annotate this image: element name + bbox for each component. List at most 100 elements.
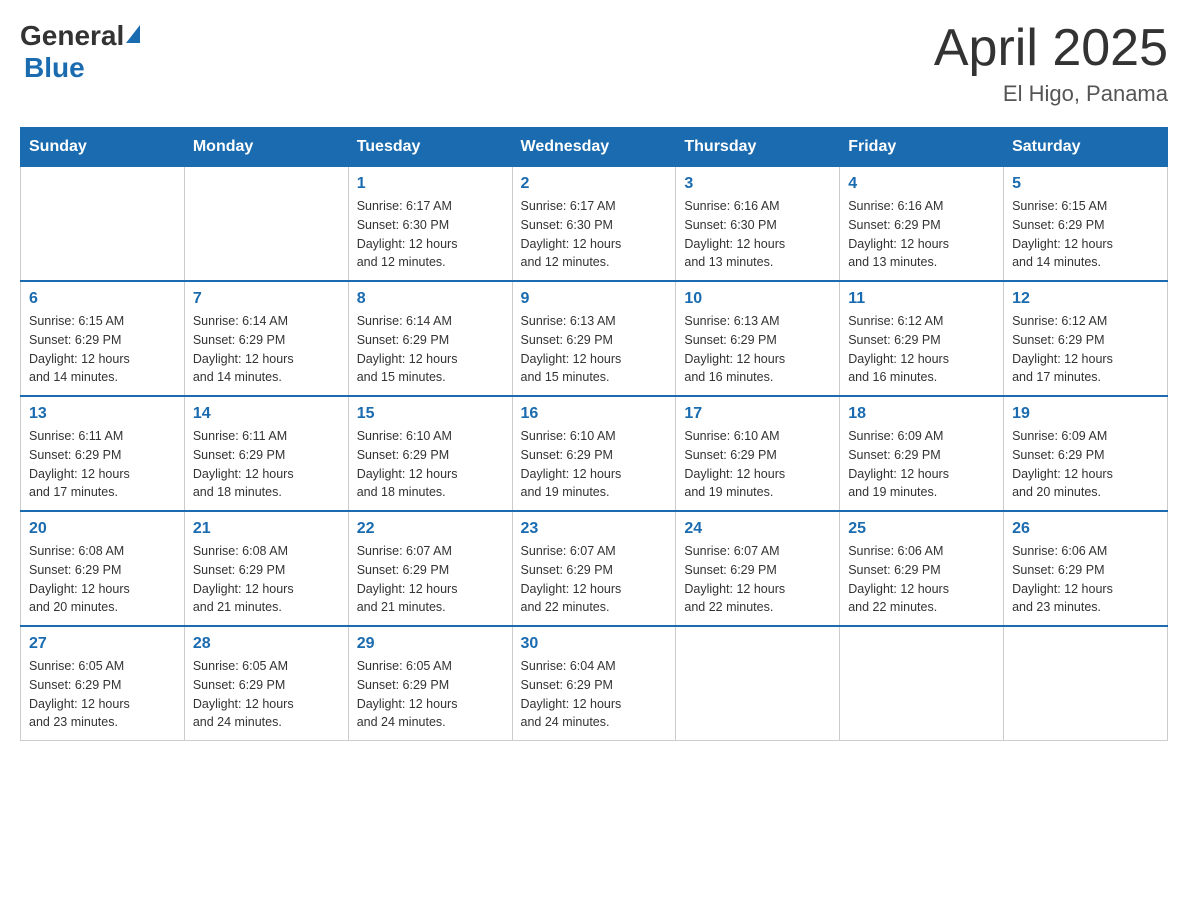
calendar-cell: 8 Sunrise: 6:14 AM Sunset: 6:29 PM Daylig… <box>348 281 512 396</box>
calendar-cell: 29 Sunrise: 6:05 AM Sunset: 6:29 PM Dayli… <box>348 626 512 741</box>
day-number: 5 <box>1012 175 1159 193</box>
day-number: 20 <box>29 520 176 538</box>
day-number: 4 <box>848 175 995 193</box>
day-info: Sunrise: 6:12 AM Sunset: 6:29 PM Dayligh… <box>1012 312 1159 387</box>
day-number: 12 <box>1012 290 1159 308</box>
day-info: Sunrise: 6:06 AM Sunset: 6:29 PM Dayligh… <box>1012 542 1159 617</box>
day-info: Sunrise: 6:07 AM Sunset: 6:29 PM Dayligh… <box>521 542 668 617</box>
day-info: Sunrise: 6:10 AM Sunset: 6:29 PM Dayligh… <box>521 427 668 502</box>
day-number: 23 <box>521 520 668 538</box>
day-info: Sunrise: 6:14 AM Sunset: 6:29 PM Dayligh… <box>193 312 340 387</box>
day-number: 21 <box>193 520 340 538</box>
header-saturday: Saturday <box>1004 128 1168 167</box>
day-number: 24 <box>684 520 831 538</box>
calendar-cell <box>676 626 840 741</box>
day-info: Sunrise: 6:09 AM Sunset: 6:29 PM Dayligh… <box>1012 427 1159 502</box>
day-info: Sunrise: 6:15 AM Sunset: 6:29 PM Dayligh… <box>29 312 176 387</box>
day-number: 14 <box>193 405 340 423</box>
calendar-cell: 20 Sunrise: 6:08 AM Sunset: 6:29 PM Dayli… <box>21 511 185 626</box>
calendar-cell: 16 Sunrise: 6:10 AM Sunset: 6:29 PM Dayli… <box>512 396 676 511</box>
calendar-table: SundayMondayTuesdayWednesdayThursdayFrid… <box>20 127 1168 741</box>
calendar-cell: 13Sunrise: 6:11 AM Sunset: 6:29 PM Dayli… <box>21 396 185 511</box>
calendar-cell: 3 Sunrise: 6:16 AM Sunset: 6:30 PM Daylig… <box>676 167 840 282</box>
calendar-subtitle: El Higo, Panama <box>934 81 1168 107</box>
day-info: Sunrise: 6:05 AM Sunset: 6:29 PM Dayligh… <box>29 657 176 732</box>
day-info: Sunrise: 6:13 AM Sunset: 6:29 PM Dayligh… <box>684 312 831 387</box>
calendar-cell: 1Sunrise: 6:17 AM Sunset: 6:30 PM Daylig… <box>348 167 512 282</box>
calendar-week-row: 20 Sunrise: 6:08 AM Sunset: 6:29 PM Dayli… <box>21 511 1168 626</box>
day-number: 17 <box>684 405 831 423</box>
day-info: Sunrise: 6:10 AM Sunset: 6:29 PM Dayligh… <box>357 427 504 502</box>
day-number: 3 <box>684 175 831 193</box>
calendar-cell: 23 Sunrise: 6:07 AM Sunset: 6:29 PM Dayli… <box>512 511 676 626</box>
calendar-cell: 7Sunrise: 6:14 AM Sunset: 6:29 PM Daylig… <box>184 281 348 396</box>
day-number: 26 <box>1012 520 1159 538</box>
header-monday: Monday <box>184 128 348 167</box>
logo-arrow-icon <box>126 25 140 43</box>
day-number: 13 <box>29 405 176 423</box>
calendar-week-row: 6 Sunrise: 6:15 AM Sunset: 6:29 PM Daylig… <box>21 281 1168 396</box>
day-info: Sunrise: 6:17 AM Sunset: 6:30 PM Dayligh… <box>357 197 504 272</box>
calendar-cell: 24 Sunrise: 6:07 AM Sunset: 6:29 PM Dayli… <box>676 511 840 626</box>
day-info: Sunrise: 6:05 AM Sunset: 6:29 PM Dayligh… <box>193 657 340 732</box>
calendar-cell <box>21 167 185 282</box>
day-info: Sunrise: 6:16 AM Sunset: 6:30 PM Dayligh… <box>684 197 831 272</box>
calendar-title: April 2025 <box>934 20 1168 77</box>
calendar-cell: 17 Sunrise: 6:10 AM Sunset: 6:29 PM Dayli… <box>676 396 840 511</box>
calendar-cell: 10 Sunrise: 6:13 AM Sunset: 6:29 PM Dayli… <box>676 281 840 396</box>
calendar-cell: 12 Sunrise: 6:12 AM Sunset: 6:29 PM Dayli… <box>1004 281 1168 396</box>
header-tuesday: Tuesday <box>348 128 512 167</box>
header-wednesday: Wednesday <box>512 128 676 167</box>
day-number: 6 <box>29 290 176 308</box>
header-thursday: Thursday <box>676 128 840 167</box>
day-number: 2 <box>521 175 668 193</box>
day-number: 25 <box>848 520 995 538</box>
day-number: 19 <box>1012 405 1159 423</box>
calendar-cell <box>1004 626 1168 741</box>
day-number: 30 <box>521 635 668 653</box>
calendar-cell: 2Sunrise: 6:17 AM Sunset: 6:30 PM Daylig… <box>512 167 676 282</box>
day-info: Sunrise: 6:15 AM Sunset: 6:29 PM Dayligh… <box>1012 197 1159 272</box>
calendar-cell: 25 Sunrise: 6:06 AM Sunset: 6:29 PM Dayli… <box>840 511 1004 626</box>
day-number: 16 <box>521 405 668 423</box>
header-friday: Friday <box>840 128 1004 167</box>
calendar-cell: 11 Sunrise: 6:12 AM Sunset: 6:29 PM Dayli… <box>840 281 1004 396</box>
calendar-cell <box>184 167 348 282</box>
day-info: Sunrise: 6:06 AM Sunset: 6:29 PM Dayligh… <box>848 542 995 617</box>
day-info: Sunrise: 6:08 AM Sunset: 6:29 PM Dayligh… <box>29 542 176 617</box>
logo-general-text: General <box>20 20 124 52</box>
calendar-cell: 14 Sunrise: 6:11 AM Sunset: 6:29 PM Dayli… <box>184 396 348 511</box>
day-info: Sunrise: 6:16 AM Sunset: 6:29 PM Dayligh… <box>848 197 995 272</box>
day-number: 10 <box>684 290 831 308</box>
day-number: 22 <box>357 520 504 538</box>
day-number: 8 <box>357 290 504 308</box>
day-info: Sunrise: 6:09 AM Sunset: 6:29 PM Dayligh… <box>848 427 995 502</box>
calendar-week-row: 27 Sunrise: 6:05 AM Sunset: 6:29 PM Dayli… <box>21 626 1168 741</box>
calendar-cell: 27 Sunrise: 6:05 AM Sunset: 6:29 PM Dayli… <box>21 626 185 741</box>
day-number: 18 <box>848 405 995 423</box>
day-info: Sunrise: 6:08 AM Sunset: 6:29 PM Dayligh… <box>193 542 340 617</box>
page-header: General Blue April 2025 El Higo, Panama <box>20 20 1168 107</box>
calendar-cell <box>840 626 1004 741</box>
day-number: 28 <box>193 635 340 653</box>
calendar-cell: 5 Sunrise: 6:15 AM Sunset: 6:29 PM Daylig… <box>1004 167 1168 282</box>
day-number: 27 <box>29 635 176 653</box>
day-info: Sunrise: 6:12 AM Sunset: 6:29 PM Dayligh… <box>848 312 995 387</box>
calendar-week-row: 13 Sunrise: 6:11 AM Sunset: 6:29 PM Dayli… <box>21 396 1168 511</box>
day-info: Sunrise: 6:05 AM Sunset: 6:29 PM Dayligh… <box>357 657 504 732</box>
calendar-cell: 21 Sunrise: 6:08 AM Sunset: 6:29 PM Dayli… <box>184 511 348 626</box>
day-info: Sunrise: 6:14 AM Sunset: 6:29 PM Dayligh… <box>357 312 504 387</box>
day-number: 11 <box>848 290 995 308</box>
day-info: Sunrise: 6:10 AM Sunset: 6:29 PM Dayligh… <box>684 427 831 502</box>
calendar-cell: 26 Sunrise: 6:06 AM Sunset: 6:29 PM Dayli… <box>1004 511 1168 626</box>
day-number: 29 <box>357 635 504 653</box>
day-number: 15 <box>357 405 504 423</box>
calendar-cell: 9Sunrise: 6:13 AM Sunset: 6:29 PM Daylig… <box>512 281 676 396</box>
day-info: Sunrise: 6:07 AM Sunset: 6:29 PM Dayligh… <box>684 542 831 617</box>
calendar-cell: 4 Sunrise: 6:16 AM Sunset: 6:29 PM Daylig… <box>840 167 1004 282</box>
day-info: Sunrise: 6:13 AM Sunset: 6:29 PM Dayligh… <box>521 312 668 387</box>
title-section: April 2025 El Higo, Panama <box>934 20 1168 107</box>
calendar-cell: 19 Sunrise: 6:09 AM Sunset: 6:29 PM Dayli… <box>1004 396 1168 511</box>
day-info: Sunrise: 6:11 AM Sunset: 6:29 PM Dayligh… <box>193 427 340 502</box>
calendar-cell: 18 Sunrise: 6:09 AM Sunset: 6:29 PM Dayli… <box>840 396 1004 511</box>
